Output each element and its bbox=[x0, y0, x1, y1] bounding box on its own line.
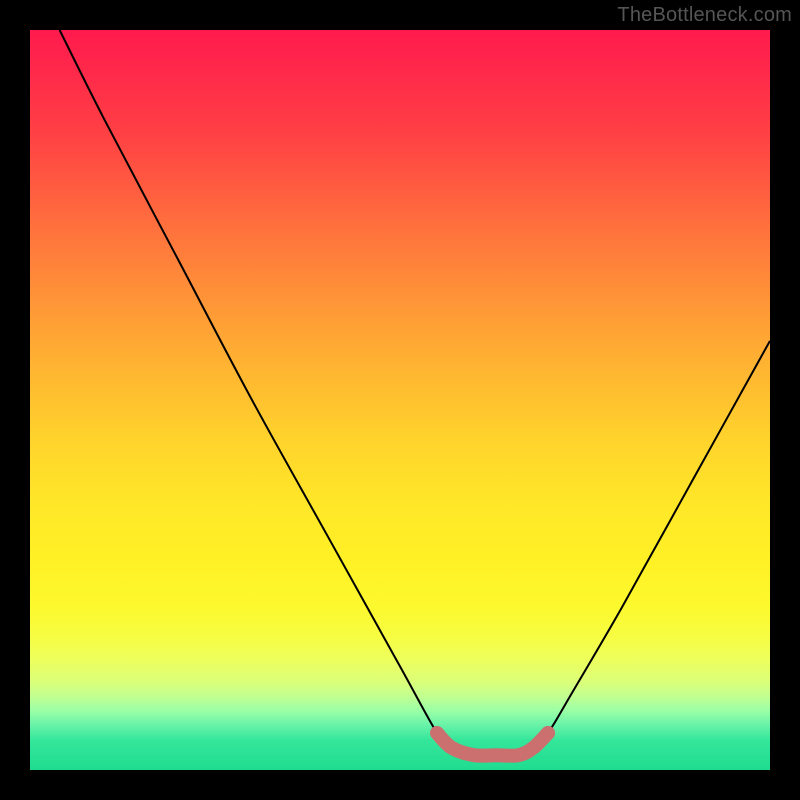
chart-svg bbox=[30, 30, 770, 770]
highlight-segment bbox=[437, 733, 548, 756]
attribution-label: TheBottleneck.com bbox=[617, 4, 792, 27]
bottleneck-curve bbox=[60, 30, 770, 756]
highlight-dot-right bbox=[541, 726, 555, 740]
chart-frame: TheBottleneck.com bbox=[0, 0, 800, 800]
